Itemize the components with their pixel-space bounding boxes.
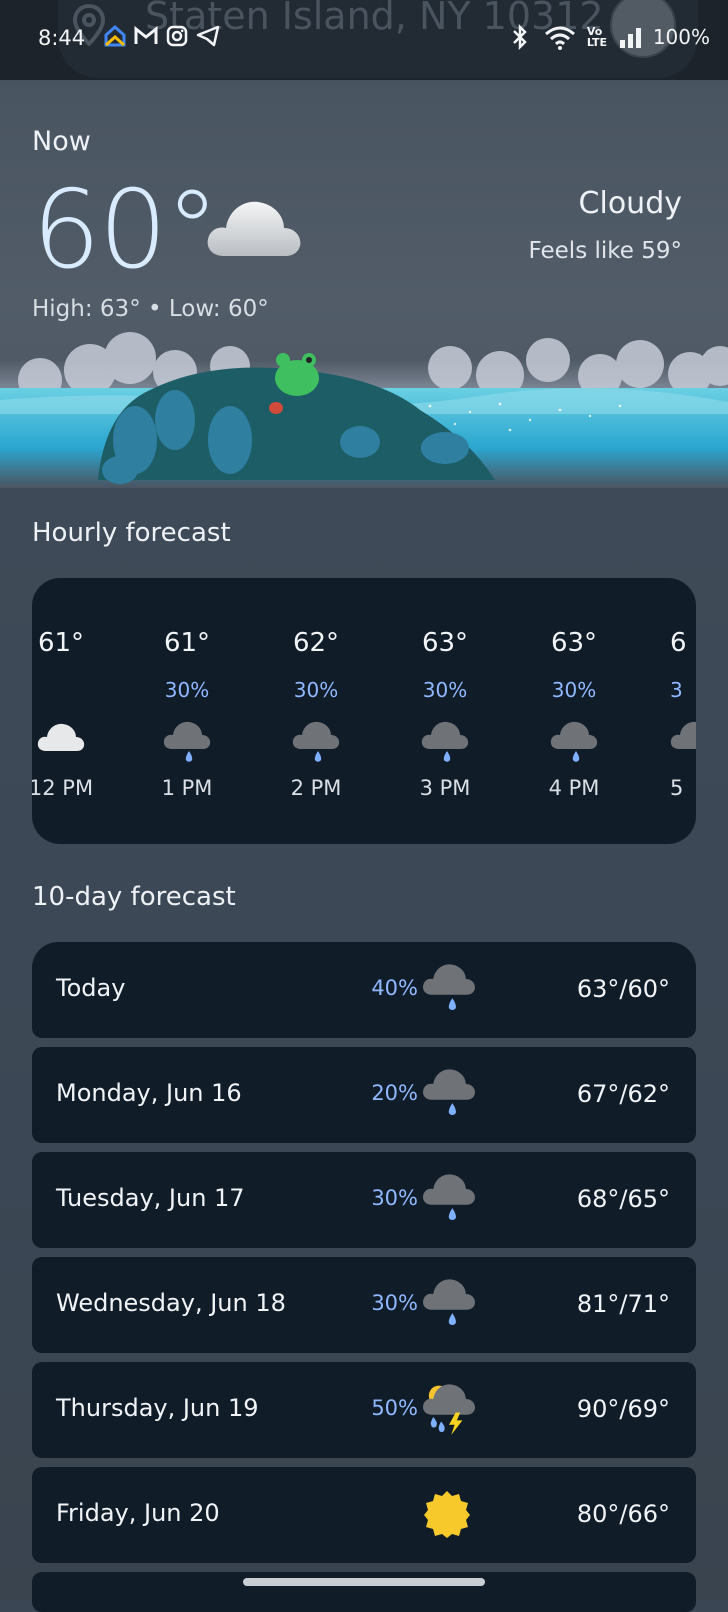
now-label: Now (32, 126, 91, 157)
day-row[interactable]: Thursday, Jun 19 50% 90°/69° (32, 1362, 696, 1458)
rain-cloud-icon (423, 1174, 475, 1221)
day-row[interactable]: Monday, Jun 16 20% 67°/62° (32, 1047, 696, 1143)
day-precipitation: 20% (371, 1081, 418, 1105)
thunderstorm-icon (423, 1384, 475, 1435)
hour-item[interactable]: 61° 12 PM (32, 578, 126, 844)
high-low: High: 63° • Low: 60° (32, 296, 269, 322)
hour-time: 1 PM (161, 776, 213, 800)
google-home-icon (104, 25, 126, 47)
hour-time: 4 PM (548, 776, 600, 800)
day-row[interactable]: Friday, Jun 20 80°/66° (32, 1467, 696, 1563)
hour-temperature: 61° (37, 628, 85, 658)
volte-indicator: Vo LTE (586, 25, 608, 49)
notification-icons (104, 25, 220, 47)
day-high-low: 90°/69° (576, 1395, 670, 1423)
day-high-low: 67°/62° (576, 1080, 670, 1108)
day-name: Monday, Jun 16 (56, 1079, 242, 1107)
weather-illustration (0, 332, 728, 488)
hourly-forecast-title: Hourly forecast (32, 518, 231, 548)
day-row[interactable]: Wednesday, Jun 18 30% 81°/71° (32, 1257, 696, 1353)
status-time: 8:44 (38, 26, 86, 50)
hour-precipitation: 30% (164, 678, 210, 702)
hour-precipitation: 30% (551, 678, 597, 702)
hour-time: 5 (670, 776, 684, 800)
rain-cloud-icon (122, 718, 252, 768)
rain-cloud-icon (423, 964, 475, 1011)
day-row[interactable]: Today 40% 63°/60° (32, 942, 696, 1038)
rain-cloud-icon (380, 718, 510, 768)
ten-day-forecast-title: 10-day forecast (32, 882, 236, 912)
cloud-icon (32, 718, 126, 758)
day-name: Tuesday, Jun 17 (56, 1184, 245, 1212)
day-precipitation: 30% (371, 1291, 418, 1315)
day-high-low: 63°/60° (576, 975, 670, 1003)
day-name: Friday, Jun 20 (56, 1499, 220, 1527)
hour-temperature: 63° (550, 628, 598, 658)
day-name: Wednesday, Jun 18 (56, 1289, 286, 1317)
day-high-low: 81°/71° (576, 1290, 670, 1318)
rain-cloud-icon (423, 1279, 475, 1326)
rain-cloud-icon (509, 718, 639, 768)
hour-precipitation: 3 (670, 678, 683, 702)
rain-cloud-icon (423, 1069, 475, 1116)
hour-time: 3 PM (419, 776, 471, 800)
feels-like: Feels like 59° (528, 238, 682, 264)
gmail-icon (134, 26, 158, 44)
day-precipitation: 50% (371, 1396, 418, 1420)
day-name: Thursday, Jun 19 (56, 1394, 259, 1422)
system-indicators: Vo LTE 100% (507, 24, 710, 50)
gesture-nav-handle[interactable] (243, 1578, 485, 1586)
instagram-icon (166, 25, 188, 47)
hour-time: 12 PM (32, 776, 94, 800)
hour-item[interactable]: 63° 30% 4 PM (509, 578, 639, 844)
current-temperature: 60° (32, 168, 219, 293)
signal-icon (619, 28, 641, 48)
hour-item[interactable]: 63° 30% 3 PM (380, 578, 510, 844)
hour-item[interactable]: 62° 30% 2 PM (251, 578, 381, 844)
battery-level: 100% (652, 25, 710, 49)
hour-temperature: 61° (163, 628, 211, 658)
bluetooth-icon (512, 24, 527, 50)
day-precipitation: 40% (371, 976, 418, 1000)
hour-temperature: 6 (670, 628, 687, 658)
day-name: Today (56, 974, 126, 1002)
day-row[interactable]: Tuesday, Jun 17 30% 68°/65° (32, 1152, 696, 1248)
hour-precipitation: 30% (422, 678, 468, 702)
status-bar: Staten Island, NY 10312 8:44 Vo LTE 100% (0, 0, 728, 80)
sun-icon (424, 1491, 470, 1538)
hour-temperature: 62° (292, 628, 340, 658)
cloud-icon (207, 201, 301, 256)
rain-cloud-icon (670, 718, 696, 768)
hour-temperature: 63° (421, 628, 469, 658)
rain-cloud-icon (251, 718, 381, 768)
wifi-icon (544, 26, 575, 50)
hourly-forecast-card[interactable]: 61° 12 PM 61° 30% 1 PM 62° 30% 2 PM 63° … (32, 578, 696, 844)
hour-precipitation: 30% (293, 678, 339, 702)
condition-text: Cloudy (578, 186, 682, 221)
day-high-low: 80°/66° (576, 1500, 670, 1528)
hour-time: 2 PM (290, 776, 342, 800)
day-precipitation: 30% (371, 1186, 418, 1210)
day-high-low: 68°/65° (576, 1185, 670, 1213)
hour-item[interactable]: 6 3 5 (670, 578, 696, 844)
telegram-icon (196, 25, 220, 47)
hour-item[interactable]: 61° 30% 1 PM (122, 578, 252, 844)
